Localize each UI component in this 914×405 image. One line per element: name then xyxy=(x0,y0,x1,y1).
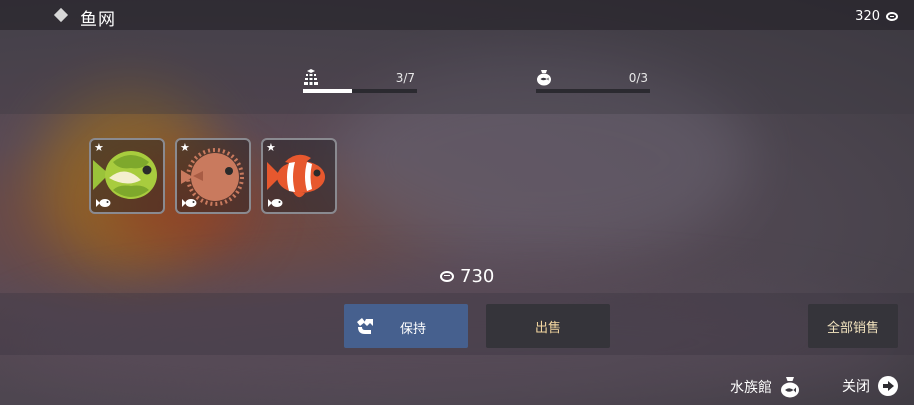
sell-all-button-label: 全部销售 xyxy=(826,320,879,336)
fish-type-icon xyxy=(96,199,111,207)
sell-button-label: 出售 xyxy=(534,320,561,336)
star-icon: ★ xyxy=(94,141,104,154)
coin-icon xyxy=(886,12,898,21)
total-value-amount: 730 xyxy=(460,266,495,287)
currency-amount: 320 xyxy=(855,9,880,24)
aquarium-link[interactable]: 水族館 xyxy=(730,376,800,398)
catch-slot-green-fish[interactable]: ★ xyxy=(89,138,165,214)
catch-slot-pufferfish[interactable]: ★ xyxy=(175,138,251,214)
bag-count: 0/3 xyxy=(628,71,648,85)
total-value: 730 xyxy=(440,266,494,287)
currency-display: 320 xyxy=(855,9,898,24)
net-capacity-stat: 3/7 xyxy=(303,68,417,93)
net-count: 3/7 xyxy=(395,71,415,85)
star-icon: ★ xyxy=(180,141,190,154)
net-progress-bar xyxy=(303,89,417,93)
action-bar: 保持 出售 全部销售 xyxy=(0,293,914,355)
sell-button[interactable]: 出售 xyxy=(486,304,610,348)
fish-type-icon xyxy=(268,199,283,207)
keep-icon xyxy=(357,318,373,334)
keep-button[interactable]: 保持 xyxy=(344,304,468,348)
aquarium-icon xyxy=(781,377,799,398)
top-bar: 鱼网 320 xyxy=(0,0,914,30)
bag-progress-bar xyxy=(536,89,650,93)
fish-type-icon xyxy=(182,199,197,207)
arrow-right-icon xyxy=(878,376,898,396)
star-icon: ★ xyxy=(266,141,276,154)
stats-panel: 3/7 0/3 xyxy=(0,30,914,114)
keep-button-label: 保持 xyxy=(400,322,427,337)
sell-all-button[interactable]: 全部销售 xyxy=(808,304,898,348)
bag-capacity-stat: 0/3 xyxy=(536,68,650,93)
close-link[interactable]: 关闭 xyxy=(842,376,898,396)
bag-icon xyxy=(537,70,551,86)
net-icon xyxy=(304,69,318,85)
close-label: 关闭 xyxy=(842,379,870,395)
coin-icon xyxy=(440,271,454,282)
diamond-icon xyxy=(53,7,69,23)
page-title: 鱼网 xyxy=(80,10,116,30)
aquarium-label: 水族館 xyxy=(730,380,772,396)
catch-slot-clownfish[interactable]: ★ xyxy=(261,138,337,214)
